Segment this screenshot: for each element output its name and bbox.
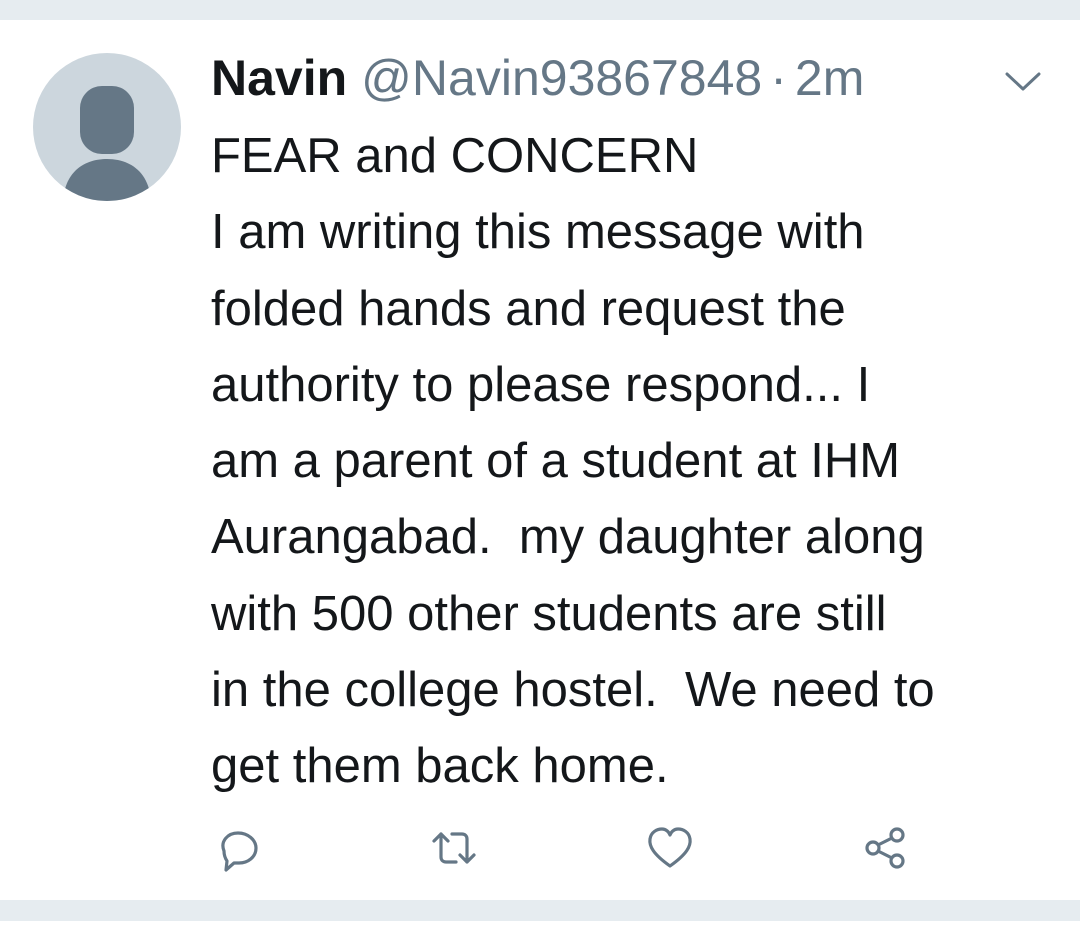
share-icon xyxy=(865,827,905,869)
author-display-name[interactable]: Navin xyxy=(211,47,347,109)
reply-icon xyxy=(221,831,258,872)
tweet-text-line: with 500 other students are still xyxy=(211,586,887,641)
feed-divider-top xyxy=(0,0,1080,20)
header-separator: · xyxy=(770,50,787,106)
tweet-header: Navin @Navin93867848 · 2m xyxy=(211,47,864,109)
heart-icon xyxy=(648,827,692,868)
tweet-menu-button[interactable] xyxy=(1001,66,1045,96)
next-tweet-edge xyxy=(0,921,1080,935)
chevron-down-icon xyxy=(1005,72,1041,91)
avatar[interactable] xyxy=(33,53,181,201)
tweet-text-line: Aurangabad. my daughter along xyxy=(211,510,925,565)
retweet-button[interactable] xyxy=(426,820,482,876)
feed-divider-bottom xyxy=(0,900,1080,921)
default-user-avatar xyxy=(63,86,151,201)
like-button[interactable] xyxy=(642,820,698,876)
tweet-text: FEAR and CONCERN I am writing this messa… xyxy=(211,118,1061,805)
author-handle[interactable]: @Navin93867848 xyxy=(361,47,762,109)
tweet-text-line: in the college hostel. We need to xyxy=(211,663,935,718)
tweet-text-line: I am writing this message with xyxy=(211,205,865,260)
tweet-text-line: am a parent of a student at IHM xyxy=(211,434,901,489)
tweet-text-line: authority to please respond... I xyxy=(211,357,871,412)
tweet-action-bar xyxy=(0,820,1080,880)
reply-button[interactable] xyxy=(210,820,266,876)
tweet-text-line: FEAR and CONCERN xyxy=(211,129,699,183)
retweet-icon xyxy=(432,832,476,864)
tweet-text-line: folded hands and request the xyxy=(211,281,846,336)
tweet-text-line: get them back home. xyxy=(211,739,669,794)
tweet-timestamp[interactable]: 2m xyxy=(795,47,864,109)
share-button[interactable] xyxy=(858,820,914,876)
